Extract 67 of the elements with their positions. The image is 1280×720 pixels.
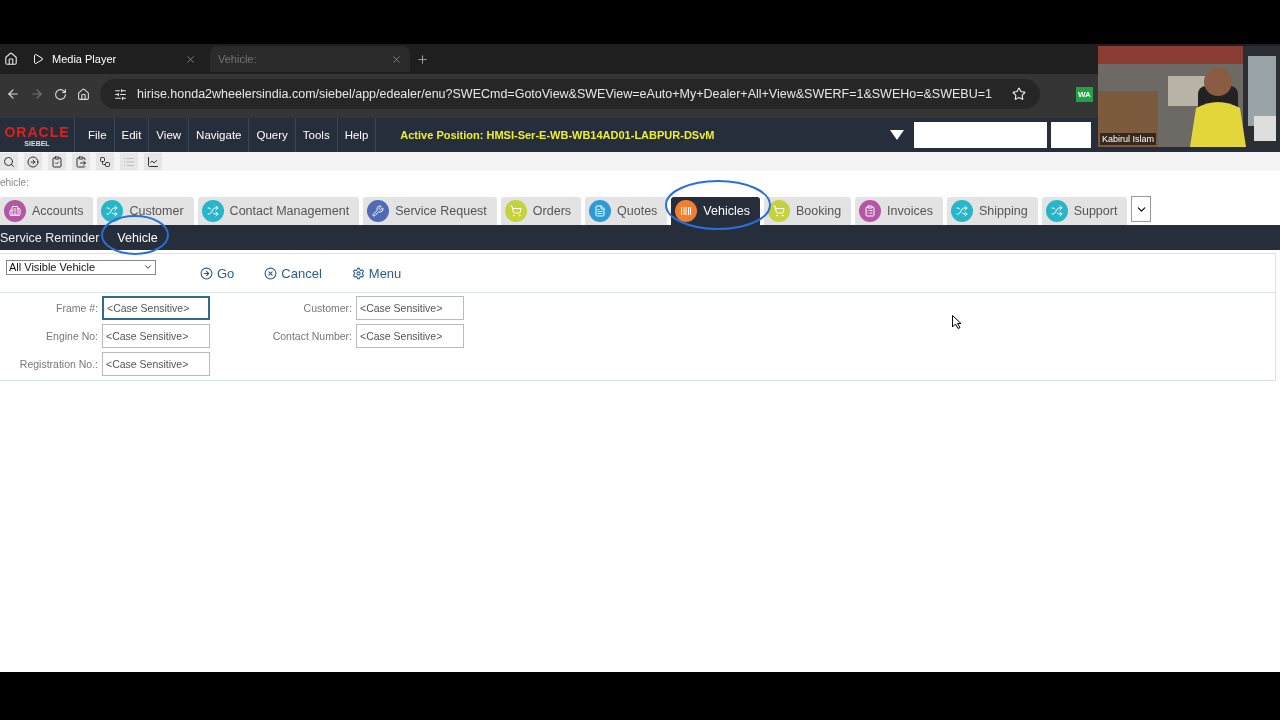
line-chart-icon [147,155,159,168]
view-select[interactable]: All Visible Vehicle [6,259,156,275]
toolbar-button[interactable] [24,153,42,170]
header-field[interactable] [914,122,1048,148]
field-label: Frame #: [55,302,98,314]
screen-tab[interactable]: Support [1041,197,1128,225]
toolbar-button[interactable] [0,153,18,170]
participant-name: Kabirul Islam [1100,133,1157,145]
screen-tab[interactable]: Accounts [0,197,94,225]
screen-tab[interactable]: Vehicles [671,197,760,225]
play-icon [32,53,44,65]
screen-tab[interactable]: Invoices [855,197,943,225]
header-field[interactable] [1051,122,1092,148]
field-label: Registration No.: [18,358,98,370]
active-position: Active Position: HMSI-Ser-E-WB-WB14AD01-LABPUR-DSvM [400,129,716,141]
close-circle-icon [264,266,278,280]
screen-tab[interactable]: Shipping [946,197,1038,225]
screen-tab[interactable]: Service Request [363,197,497,225]
menu-button[interactable]: Menu [351,265,402,281]
query-field[interactable]: <Case Sensitive> [356,296,464,320]
view-tab[interactable]: Service Reminder [0,230,100,245]
query-field[interactable]: <Case Sensitive> [102,296,210,320]
toolbar-button[interactable] [96,153,114,170]
reload-icon[interactable] [54,87,67,101]
workflow-icon [99,155,111,168]
new-tab-icon[interactable] [416,52,429,66]
cursor-icon [952,315,961,329]
screen-tab[interactable]: Customer [97,197,194,225]
chevron-down-icon [143,262,153,272]
settings-icon [351,266,365,280]
query-field[interactable]: <Case Sensitive> [102,324,210,348]
logo: ORACLE [4,123,70,140]
field-label: Contact Number: [271,330,352,342]
forward-icon[interactable] [30,87,44,101]
breadcrumb: ehicle: [0,177,29,188]
query-field[interactable]: <Case Sensitive> [356,324,464,348]
home-icon[interactable] [77,87,90,101]
tab-title: Media Player [52,53,118,65]
close-icon[interactable] [391,53,402,65]
clipboard-check-icon [51,155,63,168]
toolbar-button[interactable] [48,153,66,170]
toolbar-button[interactable] [144,153,162,170]
screen-tab[interactable]: Contact Management [197,197,360,225]
search-icon [3,155,15,168]
annotation-circle [100,214,170,256]
dropdown-icon[interactable] [890,130,905,140]
screen-tab[interactable]: Orders [500,197,582,225]
more-tabs-button[interactable] [1131,196,1152,222]
go-button[interactable]: Go [200,265,235,281]
site-settings-icon[interactable] [114,87,127,101]
close-icon[interactable] [185,53,196,65]
toolbar-button[interactable] [72,153,90,170]
screen-tab[interactable]: Booking [763,197,852,225]
tab-title: Vehicle: [218,53,258,65]
query-field[interactable]: <Case Sensitive> [102,352,210,376]
bookmark-star-icon[interactable] [1012,87,1026,101]
field-label: Customer: [302,302,352,314]
field-label: Engine No: [45,330,98,342]
cancel-button[interactable]: Cancel [264,265,322,281]
home-icon[interactable] [4,52,18,66]
list-icon [123,155,135,168]
paste-icon [75,155,87,168]
arrow-right-circle-icon [200,266,213,280]
screen-tab[interactable]: Quotes [585,197,668,225]
arrow-right-circle-icon [27,155,39,168]
back-icon[interactable] [6,87,20,101]
address-bar[interactable]: hirise.honda2wheelersindia.com/siebel/app/edealer/enu?SWECmd=GotoView&SWEView=eAuto+My+Dealer+All+View&SWERF=1&SWEHo=&SWEBU=1 [100,79,1040,109]
